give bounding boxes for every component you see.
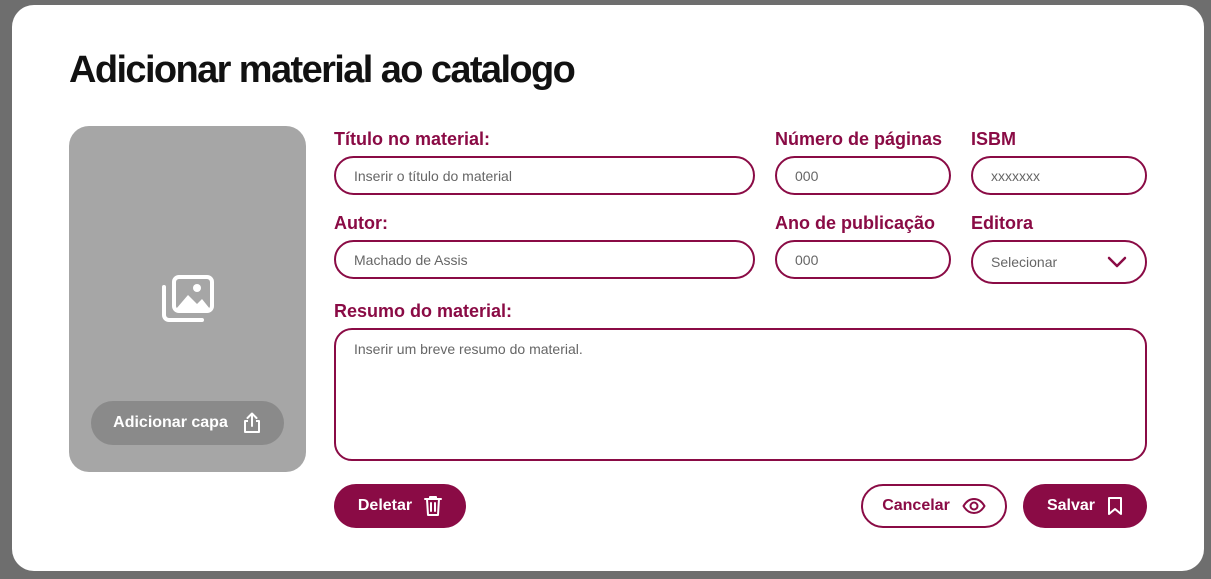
add-cover-label: Adicionar capa [113, 414, 228, 431]
publisher-select[interactable]: Selecionar [971, 240, 1147, 284]
cancel-button[interactable]: Cancelar [861, 484, 1007, 528]
cover-upload-area[interactable]: Adicionar capa [69, 126, 306, 472]
year-input[interactable]: 000 [775, 240, 951, 279]
cancel-label: Cancelar [882, 497, 950, 514]
save-label: Salvar [1046, 497, 1096, 514]
publisher-selected: Selecionar [991, 254, 1058, 270]
summary-label: Resumo do material: [334, 301, 513, 321]
eye-icon [962, 498, 986, 514]
bookmark-icon [1107, 496, 1123, 516]
publisher-label: Editora [971, 213, 1034, 233]
author-value: Machado de Assis [354, 251, 468, 268]
save-button[interactable]: Salvar [1023, 484, 1147, 528]
images-icon [160, 274, 216, 324]
pages-input[interactable]: 000 [775, 156, 951, 195]
summary-placeholder: Inserir um breve resumo do material. [354, 341, 583, 357]
add-cover-button[interactable]: Adicionar capa [91, 401, 284, 445]
upload-icon [242, 412, 262, 434]
title-placeholder: Inserir o título do material [354, 167, 512, 184]
add-material-dialog: Adicionar material ao catalogo Adicionar… [12, 5, 1204, 571]
page-title: Adicionar material ao catalogo [69, 49, 576, 91]
isbn-label: ISBM [971, 129, 1016, 149]
pages-placeholder: 000 [795, 167, 819, 184]
author-label: Autor: [334, 213, 388, 233]
author-input[interactable]: Machado de Assis [334, 240, 755, 279]
chevron-down-icon [1107, 256, 1127, 268]
title-label: Título no material: [334, 129, 491, 149]
title-input[interactable]: Inserir o título do material [334, 156, 755, 195]
year-label: Ano de publicação [775, 213, 936, 233]
trash-icon [424, 495, 443, 517]
year-placeholder: 000 [795, 251, 819, 268]
summary-textarea[interactable]: Inserir um breve resumo do material. [334, 328, 1147, 461]
pages-label: Número de páginas [775, 129, 943, 149]
delete-button[interactable]: Deletar [334, 484, 466, 528]
isbn-placeholder: xxxxxxx [991, 167, 1040, 184]
isbn-input[interactable]: xxxxxxx [971, 156, 1147, 195]
delete-label: Deletar [357, 497, 413, 514]
